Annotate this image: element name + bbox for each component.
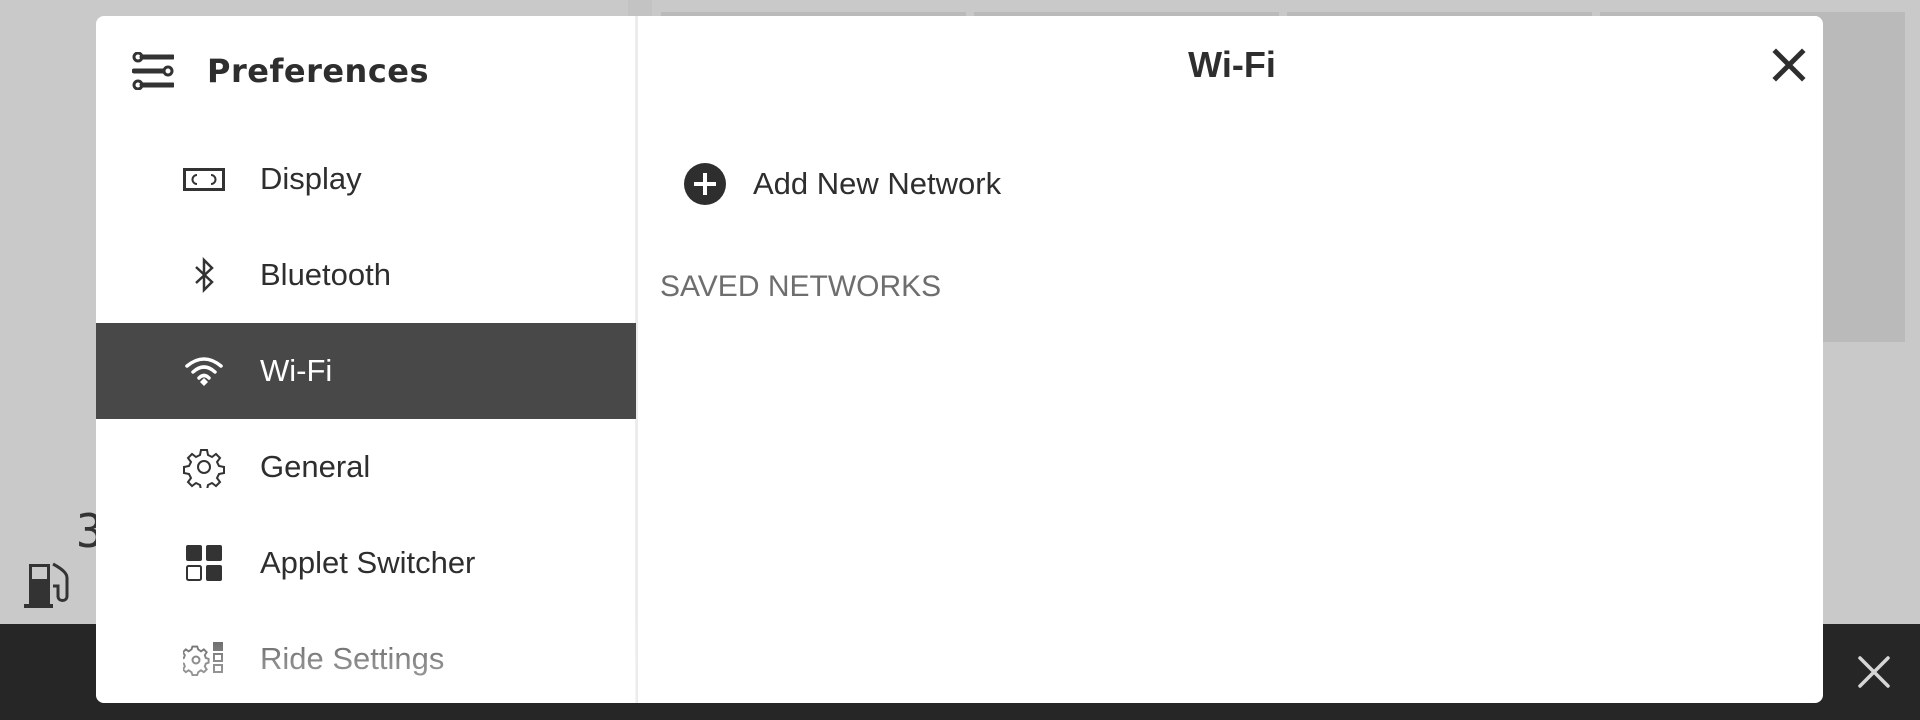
sidebar-item-applet-switcher[interactable]: Applet Switcher: [96, 515, 636, 611]
grid-icon: [186, 545, 222, 581]
sidebar-item-label: Wi-Fi: [260, 353, 333, 388]
sidebar-item-general[interactable]: General: [96, 419, 636, 515]
display-icon: [183, 168, 225, 191]
close-icon[interactable]: [1772, 48, 1806, 82]
plus-circle-icon: [684, 163, 726, 205]
wifi-icon: [185, 357, 223, 386]
preferences-modal: Preferences Display Bluetooth Wi-Fi Gene…: [96, 16, 1823, 703]
preferences-nav: Display Bluetooth Wi-Fi General Applet S…: [96, 131, 636, 703]
sidebar-item-wifi[interactable]: Wi-Fi: [96, 323, 636, 419]
fuel-pump-icon: [24, 562, 69, 608]
sidebar-item-label: Ride Settings: [260, 641, 445, 676]
saved-networks-header: SAVED NETWORKS: [660, 270, 942, 303]
sidebar-title: Preferences: [207, 52, 430, 90]
gear-icon: [183, 449, 225, 488]
sidebar-item-label: Applet Switcher: [260, 545, 476, 580]
sidebar-item-display[interactable]: Display: [96, 131, 636, 227]
sidebar-item-label: Display: [260, 161, 362, 196]
sidebar-item-bluetooth[interactable]: Bluetooth: [96, 227, 636, 323]
add-new-network-label: Add New Network: [753, 166, 1002, 201]
bluetooth-icon: [195, 256, 214, 294]
sidebar-item-label: General: [260, 449, 371, 484]
ride-settings-icon: [183, 642, 223, 677]
preferences-sidebar: Preferences Display Bluetooth Wi-Fi Gene…: [96, 16, 638, 703]
add-new-network-button[interactable]: Add New Network: [684, 163, 1001, 205]
sidebar-header: Preferences: [132, 52, 429, 90]
sidebar-item-ride-settings[interactable]: Ride Settings: [96, 611, 636, 703]
sliders-icon: [132, 52, 174, 90]
sidebar-item-label: Bluetooth: [260, 257, 391, 292]
close-icon[interactable]: [1856, 654, 1892, 690]
wifi-panel: Wi-Fi Add New Network SAVED NETWORKS: [641, 16, 1823, 703]
panel-title: Wi-Fi: [1188, 44, 1276, 85]
